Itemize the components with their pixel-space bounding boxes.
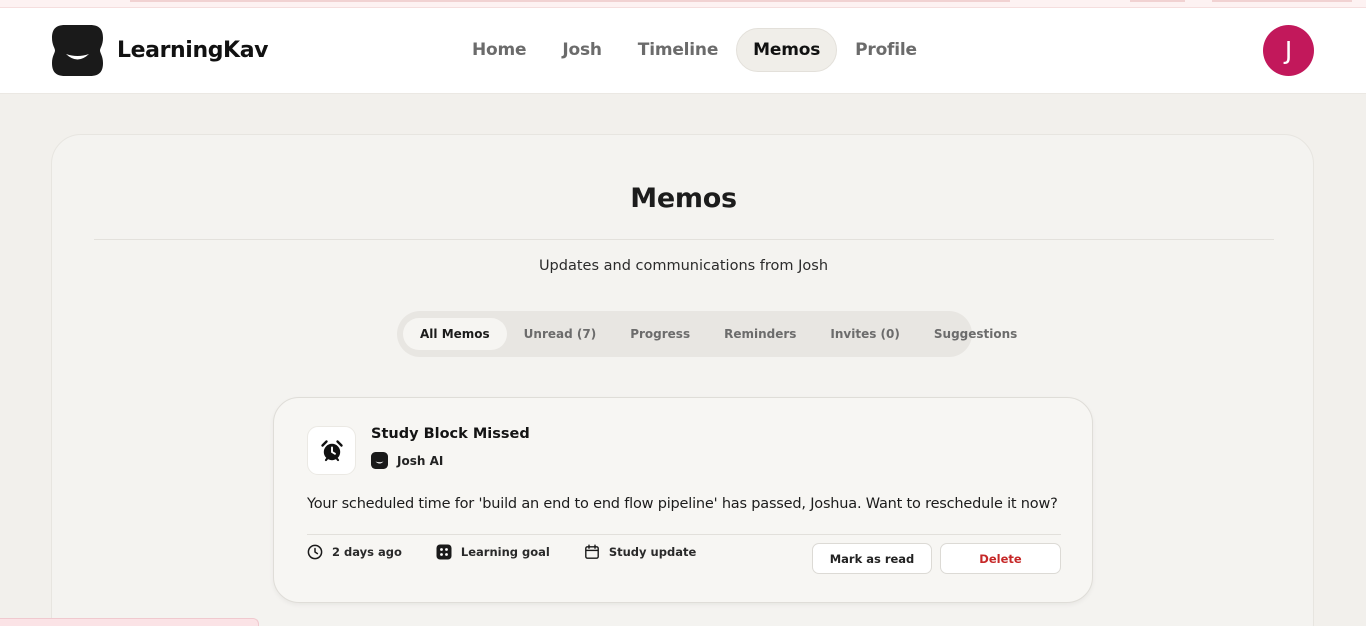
meta-category-text: Learning goal (460, 545, 550, 559)
app-name: LearningKav (117, 37, 269, 63)
title-divider (94, 239, 1274, 240)
page-subtitle: Updates and communications from Josh (538, 258, 829, 274)
main-nav: Home Josh Timeline Memos Profile (454, 28, 935, 72)
delete-button[interactable]: Delete (940, 543, 1061, 574)
tab-reminders[interactable]: Reminders (707, 318, 813, 350)
smile-blob-logo-icon (52, 24, 103, 76)
meta-type: Study update (584, 544, 696, 560)
memos-panel: Memos Updates and communications from Jo… (51, 134, 1314, 626)
grid-dots-icon (436, 544, 452, 560)
tab-all-memos[interactable]: All Memos (403, 318, 507, 350)
tab-progress[interactable]: Progress (613, 318, 707, 350)
josh-ai-logo-icon (371, 452, 388, 469)
nav-item-memos[interactable]: Memos (736, 28, 838, 72)
page-title: Memos (630, 183, 737, 214)
nav-item-timeline[interactable]: Timeline (620, 28, 736, 72)
tab-suggestions[interactable]: Suggestions (917, 318, 1034, 350)
meta-time-text: 2 days ago (332, 545, 402, 559)
top-navbar: LearningKav Home Josh Timeline Memos Pro… (0, 8, 1366, 94)
nav-item-profile[interactable]: Profile (837, 28, 935, 72)
memo-meta: 2 days ago Learning goal Study update (307, 544, 730, 560)
memo-body: Your scheduled time for 'build an end to… (307, 496, 1058, 512)
tab-unread[interactable]: Unread (7) (507, 318, 614, 350)
user-avatar[interactable]: J (1263, 25, 1314, 76)
memo-divider (307, 534, 1061, 535)
sender-name: Josh AI (397, 453, 444, 468)
memo-title: Study Block Missed (371, 426, 530, 442)
calendar-icon (584, 544, 599, 559)
top-edge-strip (0, 0, 1366, 8)
memo-icon-tile (307, 426, 356, 475)
clock-icon (307, 544, 323, 560)
tab-invites[interactable]: Invites (0) (813, 318, 916, 350)
nav-item-home[interactable]: Home (454, 28, 544, 72)
alarm-clock-icon (320, 439, 343, 461)
toast-notification-edge (0, 618, 259, 626)
brand[interactable]: LearningKav (51, 23, 268, 77)
meta-category: Learning goal (436, 544, 550, 560)
nav-item-josh[interactable]: Josh (544, 28, 619, 72)
memo-filter-tabs: All Memos Unread (7) Progress Reminders … (397, 311, 1017, 357)
memo-sender: Josh AI (371, 452, 443, 469)
mark-as-read-button[interactable]: Mark as read (812, 543, 932, 574)
meta-type-text: Study update (608, 545, 697, 559)
memo-card[interactable]: Study Block Missed Josh AI Your schedule… (273, 397, 1093, 603)
meta-time: 2 days ago (307, 544, 402, 560)
